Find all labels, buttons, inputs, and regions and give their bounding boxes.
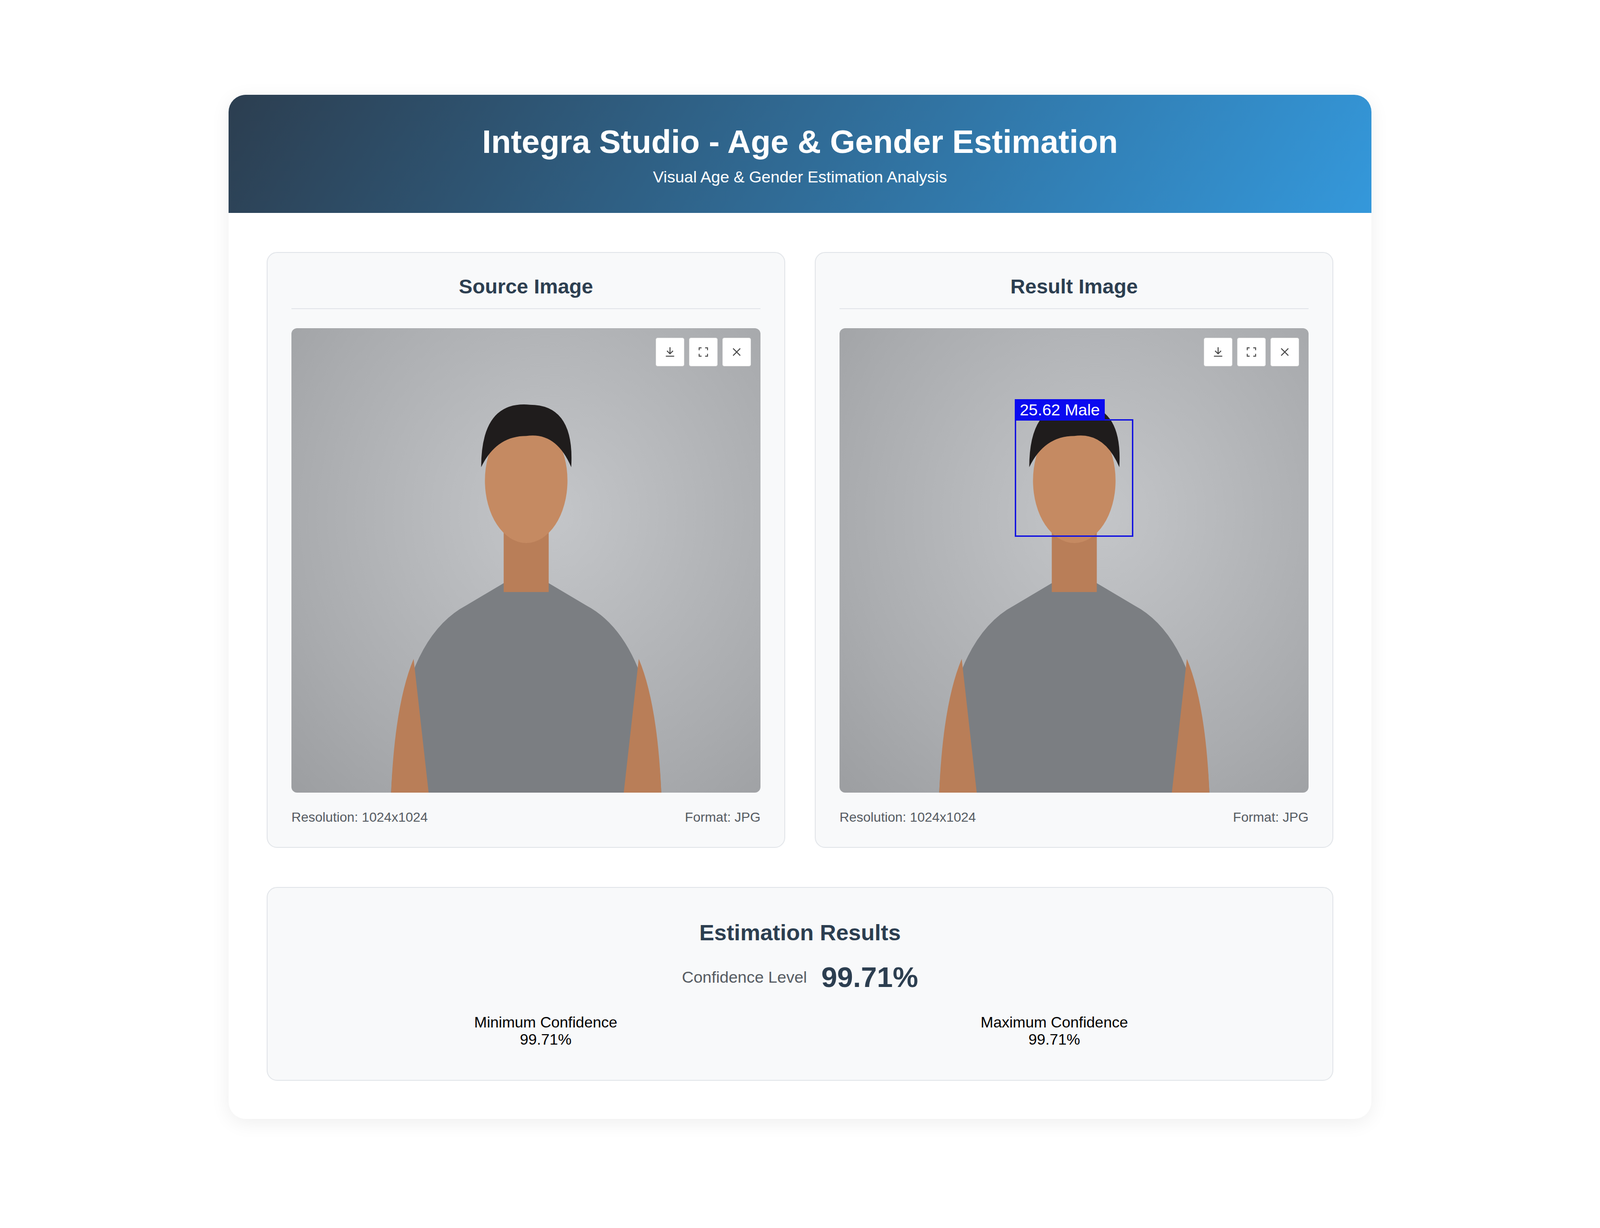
- format-text: Format: JPG: [684, 809, 761, 825]
- stat-item: Minimum Confidence 99.71%: [291, 1013, 800, 1049]
- resolution-text: Resolution: 1024x1024: [839, 809, 976, 825]
- stat-value: 99.71%: [800, 1030, 1309, 1049]
- close-button[interactable]: [1270, 337, 1300, 367]
- download-button[interactable]: [1203, 337, 1233, 367]
- content: Source Image Resolution: 1024x1024 Forma…: [228, 212, 1372, 1119]
- image-toolbar: [1203, 337, 1300, 367]
- detection-label: 25.62 Male: [1014, 399, 1105, 421]
- image-toolbar: [655, 337, 751, 367]
- image-meta: Resolution: 1024x1024 Format: JPG: [839, 809, 1309, 825]
- image-panels: Source Image Resolution: 1024x1024 Forma…: [266, 251, 1334, 848]
- detection-box: 25.62 Male: [1014, 419, 1133, 537]
- panel-title: Source Image: [291, 273, 761, 310]
- stat-label: Maximum Confidence: [800, 1013, 1309, 1031]
- page: Integra Studio - Age & Gender Estimation…: [0, 0, 1600, 1176]
- close-icon: [729, 344, 744, 360]
- close-button[interactable]: [722, 337, 751, 367]
- fullscreen-button[interactable]: [1237, 337, 1266, 367]
- download-button[interactable]: [655, 337, 685, 367]
- download-icon: [662, 344, 678, 360]
- fullscreen-icon: [1244, 344, 1259, 360]
- app-title: Integra Studio - Age & Gender Estimation: [247, 122, 1353, 162]
- format-text: Format: JPG: [1232, 809, 1309, 825]
- stat-label: Minimum Confidence: [291, 1013, 800, 1031]
- confidence-stats: Minimum Confidence 99.71%Maximum Confide…: [291, 1013, 1309, 1049]
- resolution-text: Resolution: 1024x1024: [291, 809, 428, 825]
- stat-item: Maximum Confidence 99.71%: [800, 1013, 1309, 1049]
- fullscreen-button[interactable]: [689, 337, 718, 367]
- confidence-value: 99.71%: [821, 960, 919, 994]
- person-figure-icon: [338, 346, 714, 793]
- close-icon: [1277, 344, 1292, 360]
- image-meta: Resolution: 1024x1024 Format: JPG: [291, 809, 761, 825]
- image-panel: Result Image 25.62 Male Resolution: 1024…: [814, 251, 1334, 848]
- confidence-label: Confidence Level: [681, 967, 808, 987]
- stat-value: 99.71%: [291, 1030, 800, 1049]
- image-panel: Source Image Resolution: 1024x1024 Forma…: [266, 251, 786, 848]
- header: Integra Studio - Age & Gender Estimation…: [228, 94, 1372, 213]
- results-panel: Estimation Results Confidence Level 99.7…: [266, 886, 1334, 1081]
- results-title: Estimation Results: [291, 919, 1309, 946]
- photo: [291, 328, 761, 793]
- panel-title: Result Image: [839, 273, 1309, 310]
- download-icon: [1210, 344, 1226, 360]
- photo: 25.62 Male: [839, 328, 1309, 793]
- app-subtitle: Visual Age & Gender Estimation Analysis: [247, 167, 1353, 187]
- confidence-row: Confidence Level 99.71%: [291, 960, 1309, 994]
- fullscreen-icon: [696, 344, 711, 360]
- app-card: Integra Studio - Age & Gender Estimation…: [228, 94, 1372, 1119]
